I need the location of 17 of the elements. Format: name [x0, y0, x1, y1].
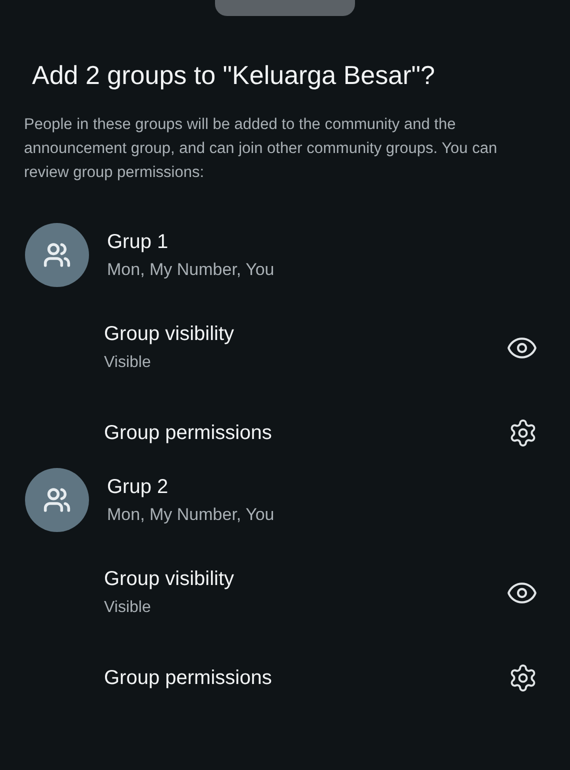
setting-label: Group visibility — [104, 323, 234, 346]
drag-handle[interactable] — [215, 0, 355, 16]
group-members: Mon, My Number, You — [107, 260, 274, 280]
people-icon — [43, 486, 71, 514]
group-members: Mon, My Number, You — [107, 504, 274, 524]
setting-value: Visible — [104, 599, 152, 617]
settings-icon[interactable] — [508, 418, 538, 448]
settings-icon[interactable] — [508, 663, 538, 693]
setting-label: Group permissions — [104, 422, 272, 444]
setting-label: Group visibility — [104, 568, 234, 591]
group-name: Grup 2 — [107, 476, 170, 498]
setting-label: Group permissions — [104, 666, 272, 690]
group-name: Grup 1 — [107, 230, 170, 254]
dialog-title: Add 2 groups to "Keluarga Besar"? — [32, 60, 436, 91]
people-icon — [43, 241, 71, 269]
description: People in these groups will be added to the community and the announcement group, and can join other community groups. You can review group permissions: — [24, 115, 498, 183]
setting-value: Visible — [104, 354, 152, 372]
